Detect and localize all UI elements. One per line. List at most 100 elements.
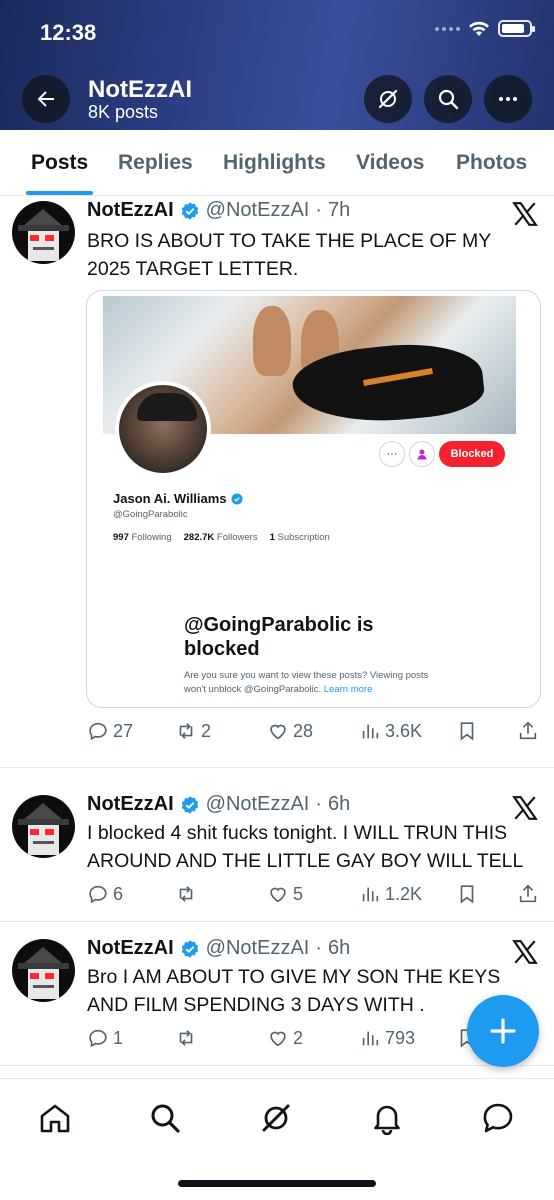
following-stat: 997 Following xyxy=(113,532,172,543)
embedded-more-button: ··· xyxy=(379,441,405,467)
compose-plus-icon xyxy=(490,1018,516,1044)
author-handle: @NotEzzAI xyxy=(205,199,310,221)
post-text-line: I blocked 4 shit fucks tonight. I WILL T… xyxy=(87,822,508,844)
like-button[interactable]: 2 xyxy=(267,1027,303,1049)
x-logo-icon xyxy=(512,796,538,820)
reply-button[interactable]: 27 xyxy=(87,720,133,742)
subscription-count: 1 xyxy=(269,532,275,543)
reply-icon xyxy=(89,1029,107,1048)
like-button[interactable]: 28 xyxy=(267,720,313,742)
post-text-line: BRO IS ABOUT TO TAKE THE PLACE OF MY xyxy=(87,230,492,252)
reply-count: 6 xyxy=(113,883,124,904)
author-name[interactable]: NotEzzAI xyxy=(87,793,174,816)
repost-button[interactable] xyxy=(175,1027,201,1049)
share-button[interactable] xyxy=(517,720,539,742)
embedded-image[interactable]: ··· Blocked Jason Ai. Williams @GoingPar… xyxy=(86,290,541,708)
share-icon xyxy=(519,884,537,903)
bookmark-button[interactable] xyxy=(456,883,478,905)
verified-badge-icon xyxy=(181,795,198,814)
grok-icon[interactable] xyxy=(259,1101,293,1135)
tab-videos[interactable]: Videos xyxy=(356,151,424,175)
author-name[interactable]: NotEzzAI xyxy=(87,199,174,222)
reply-button[interactable]: 6 xyxy=(87,883,123,905)
tab-photos[interactable]: Photos xyxy=(456,151,527,175)
post-text-line: 2025 TARGET LETTER. xyxy=(87,258,299,280)
reply-button[interactable]: 1 xyxy=(87,1027,123,1049)
bookmark-icon xyxy=(460,885,474,904)
like-count: 2 xyxy=(293,1027,304,1048)
tab-posts[interactable]: Posts xyxy=(31,151,88,175)
grok-icon xyxy=(378,89,398,109)
like-button[interactable]: 5 xyxy=(267,883,303,905)
bookmark-button[interactable] xyxy=(456,720,478,742)
search-icon xyxy=(438,89,459,110)
verified-badge-icon xyxy=(181,201,198,220)
embedded-subscribe-button xyxy=(409,441,435,467)
post-actions: 6 5 1.2K xyxy=(87,883,547,913)
banner-figure xyxy=(253,306,291,376)
embedded-name-text: Jason Ai. Williams xyxy=(113,491,227,506)
post-time: 7h xyxy=(328,199,351,221)
repost-button[interactable]: 2 xyxy=(175,720,211,742)
subscription-stat: 1 Subscription xyxy=(270,532,330,543)
more-button[interactable] xyxy=(484,75,532,123)
post-divider xyxy=(0,921,554,922)
grok-button[interactable] xyxy=(364,75,412,123)
post-time: 6h xyxy=(328,793,351,815)
blocked-description-text: Are you sure you want to view these post… xyxy=(184,670,429,695)
views-button[interactable]: 3.6K xyxy=(359,720,422,742)
notifications-icon[interactable] xyxy=(370,1101,404,1135)
reply-count: 1 xyxy=(113,1027,124,1048)
dot-separator: · xyxy=(315,793,323,815)
like-count: 5 xyxy=(293,883,304,904)
search-button[interactable] xyxy=(424,75,472,123)
share-button[interactable] xyxy=(517,883,539,905)
avatar[interactable] xyxy=(12,939,75,1002)
followers-stat: 282.7K Followers xyxy=(184,532,258,543)
following-label: Following xyxy=(131,532,172,543)
avatar[interactable] xyxy=(12,201,75,264)
cellular-signal-icon xyxy=(435,26,460,31)
followers-label: Followers xyxy=(216,532,258,543)
post-actions: 27 2 28 3.6K xyxy=(87,720,547,750)
profile-tabs: Posts Replies Highlights Videos Photos xyxy=(0,130,554,196)
author-name[interactable]: NotEzzAI xyxy=(87,937,174,960)
like-count: 28 xyxy=(293,720,314,741)
post-divider xyxy=(0,767,554,768)
cap-shape xyxy=(137,393,197,421)
compose-button[interactable] xyxy=(467,995,539,1067)
like-icon xyxy=(270,1031,286,1047)
account-name: NotEzzAI xyxy=(88,76,192,103)
repost-icon xyxy=(179,723,193,739)
views-count: 1.2K xyxy=(385,883,423,904)
views-button[interactable]: 1.2K xyxy=(359,883,422,905)
back-arrow-icon xyxy=(37,91,54,107)
posts-count: 8K posts xyxy=(88,102,159,122)
post-text: BRO IS ABOUT TO TAKE THE PLACE OF MY 202… xyxy=(87,227,542,283)
dot-separator: · xyxy=(315,937,323,959)
repost-count: 2 xyxy=(201,720,212,741)
active-tab-indicator xyxy=(26,191,93,195)
tab-highlights[interactable]: Highlights xyxy=(223,151,326,175)
views-count: 793 xyxy=(385,1027,416,1048)
post-text-line: Bro I AM ABOUT TO GIVE MY SON THE KEYS xyxy=(87,966,501,988)
subscription-label: Subscription xyxy=(277,532,330,543)
messages-icon[interactable] xyxy=(481,1101,515,1135)
status-time: 12:38 xyxy=(40,20,97,45)
avatar[interactable] xyxy=(12,795,75,858)
dot-separator: · xyxy=(315,199,323,221)
embedded-profile-photo xyxy=(115,381,211,477)
post-text-line: AROUND AND THE LITTLE GAY BOY WILL TELL xyxy=(87,850,524,872)
blocked-title: @GoingParabolic is blocked xyxy=(184,614,374,660)
repost-button[interactable] xyxy=(175,883,201,905)
status-icons xyxy=(435,20,535,37)
back-button[interactable] xyxy=(22,75,70,123)
repost-icon xyxy=(179,1030,193,1046)
views-count: 3.6K xyxy=(385,720,423,741)
search-icon[interactable] xyxy=(148,1101,182,1135)
embedded-profile-stats: 997 Following 282.7K Followers 1 Subscri… xyxy=(113,532,330,543)
tab-replies[interactable]: Replies xyxy=(118,151,193,175)
views-button[interactable]: 793 xyxy=(359,1027,415,1049)
home-icon[interactable] xyxy=(38,1101,72,1135)
post-time: 6h xyxy=(328,937,351,959)
